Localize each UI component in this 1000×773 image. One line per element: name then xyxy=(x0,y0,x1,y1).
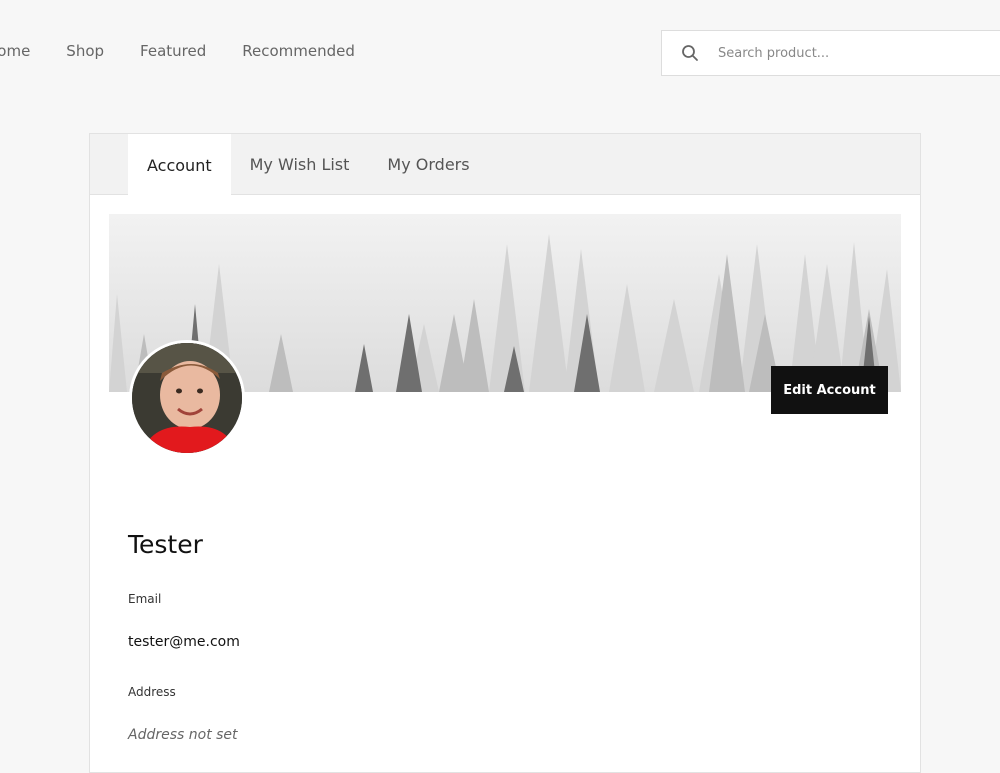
search-box xyxy=(661,30,1000,76)
tab-my-wish-list[interactable]: My Wish List xyxy=(231,134,369,195)
nav-link-shop[interactable]: Shop xyxy=(66,42,104,60)
avatar-image xyxy=(132,343,242,453)
email-label: Email xyxy=(128,592,162,606)
profile-name: Tester xyxy=(128,530,203,559)
nav-link-recommended[interactable]: Recommended xyxy=(242,42,355,60)
search-icon[interactable] xyxy=(662,30,718,76)
account-card: Account My Wish List My Orders Edit Acco… xyxy=(89,133,921,773)
nav-links: Home Shop Featured Recommended xyxy=(0,42,355,60)
address-label: Address xyxy=(128,685,176,699)
avatar xyxy=(129,340,245,456)
tab-my-orders[interactable]: My Orders xyxy=(368,134,488,195)
email-value: tester@me.com xyxy=(128,634,240,650)
nav-link-featured[interactable]: Featured xyxy=(140,42,206,60)
search-input[interactable] xyxy=(718,45,978,61)
account-tabs: Account My Wish List My Orders xyxy=(90,134,920,196)
address-value: Address not set xyxy=(128,727,238,743)
nav-link-home[interactable]: Home xyxy=(0,42,30,60)
tab-account[interactable]: Account xyxy=(128,134,231,196)
top-navigation: Home Shop Featured Recommended xyxy=(0,0,1000,106)
edit-account-button[interactable]: Edit Account xyxy=(771,366,888,414)
